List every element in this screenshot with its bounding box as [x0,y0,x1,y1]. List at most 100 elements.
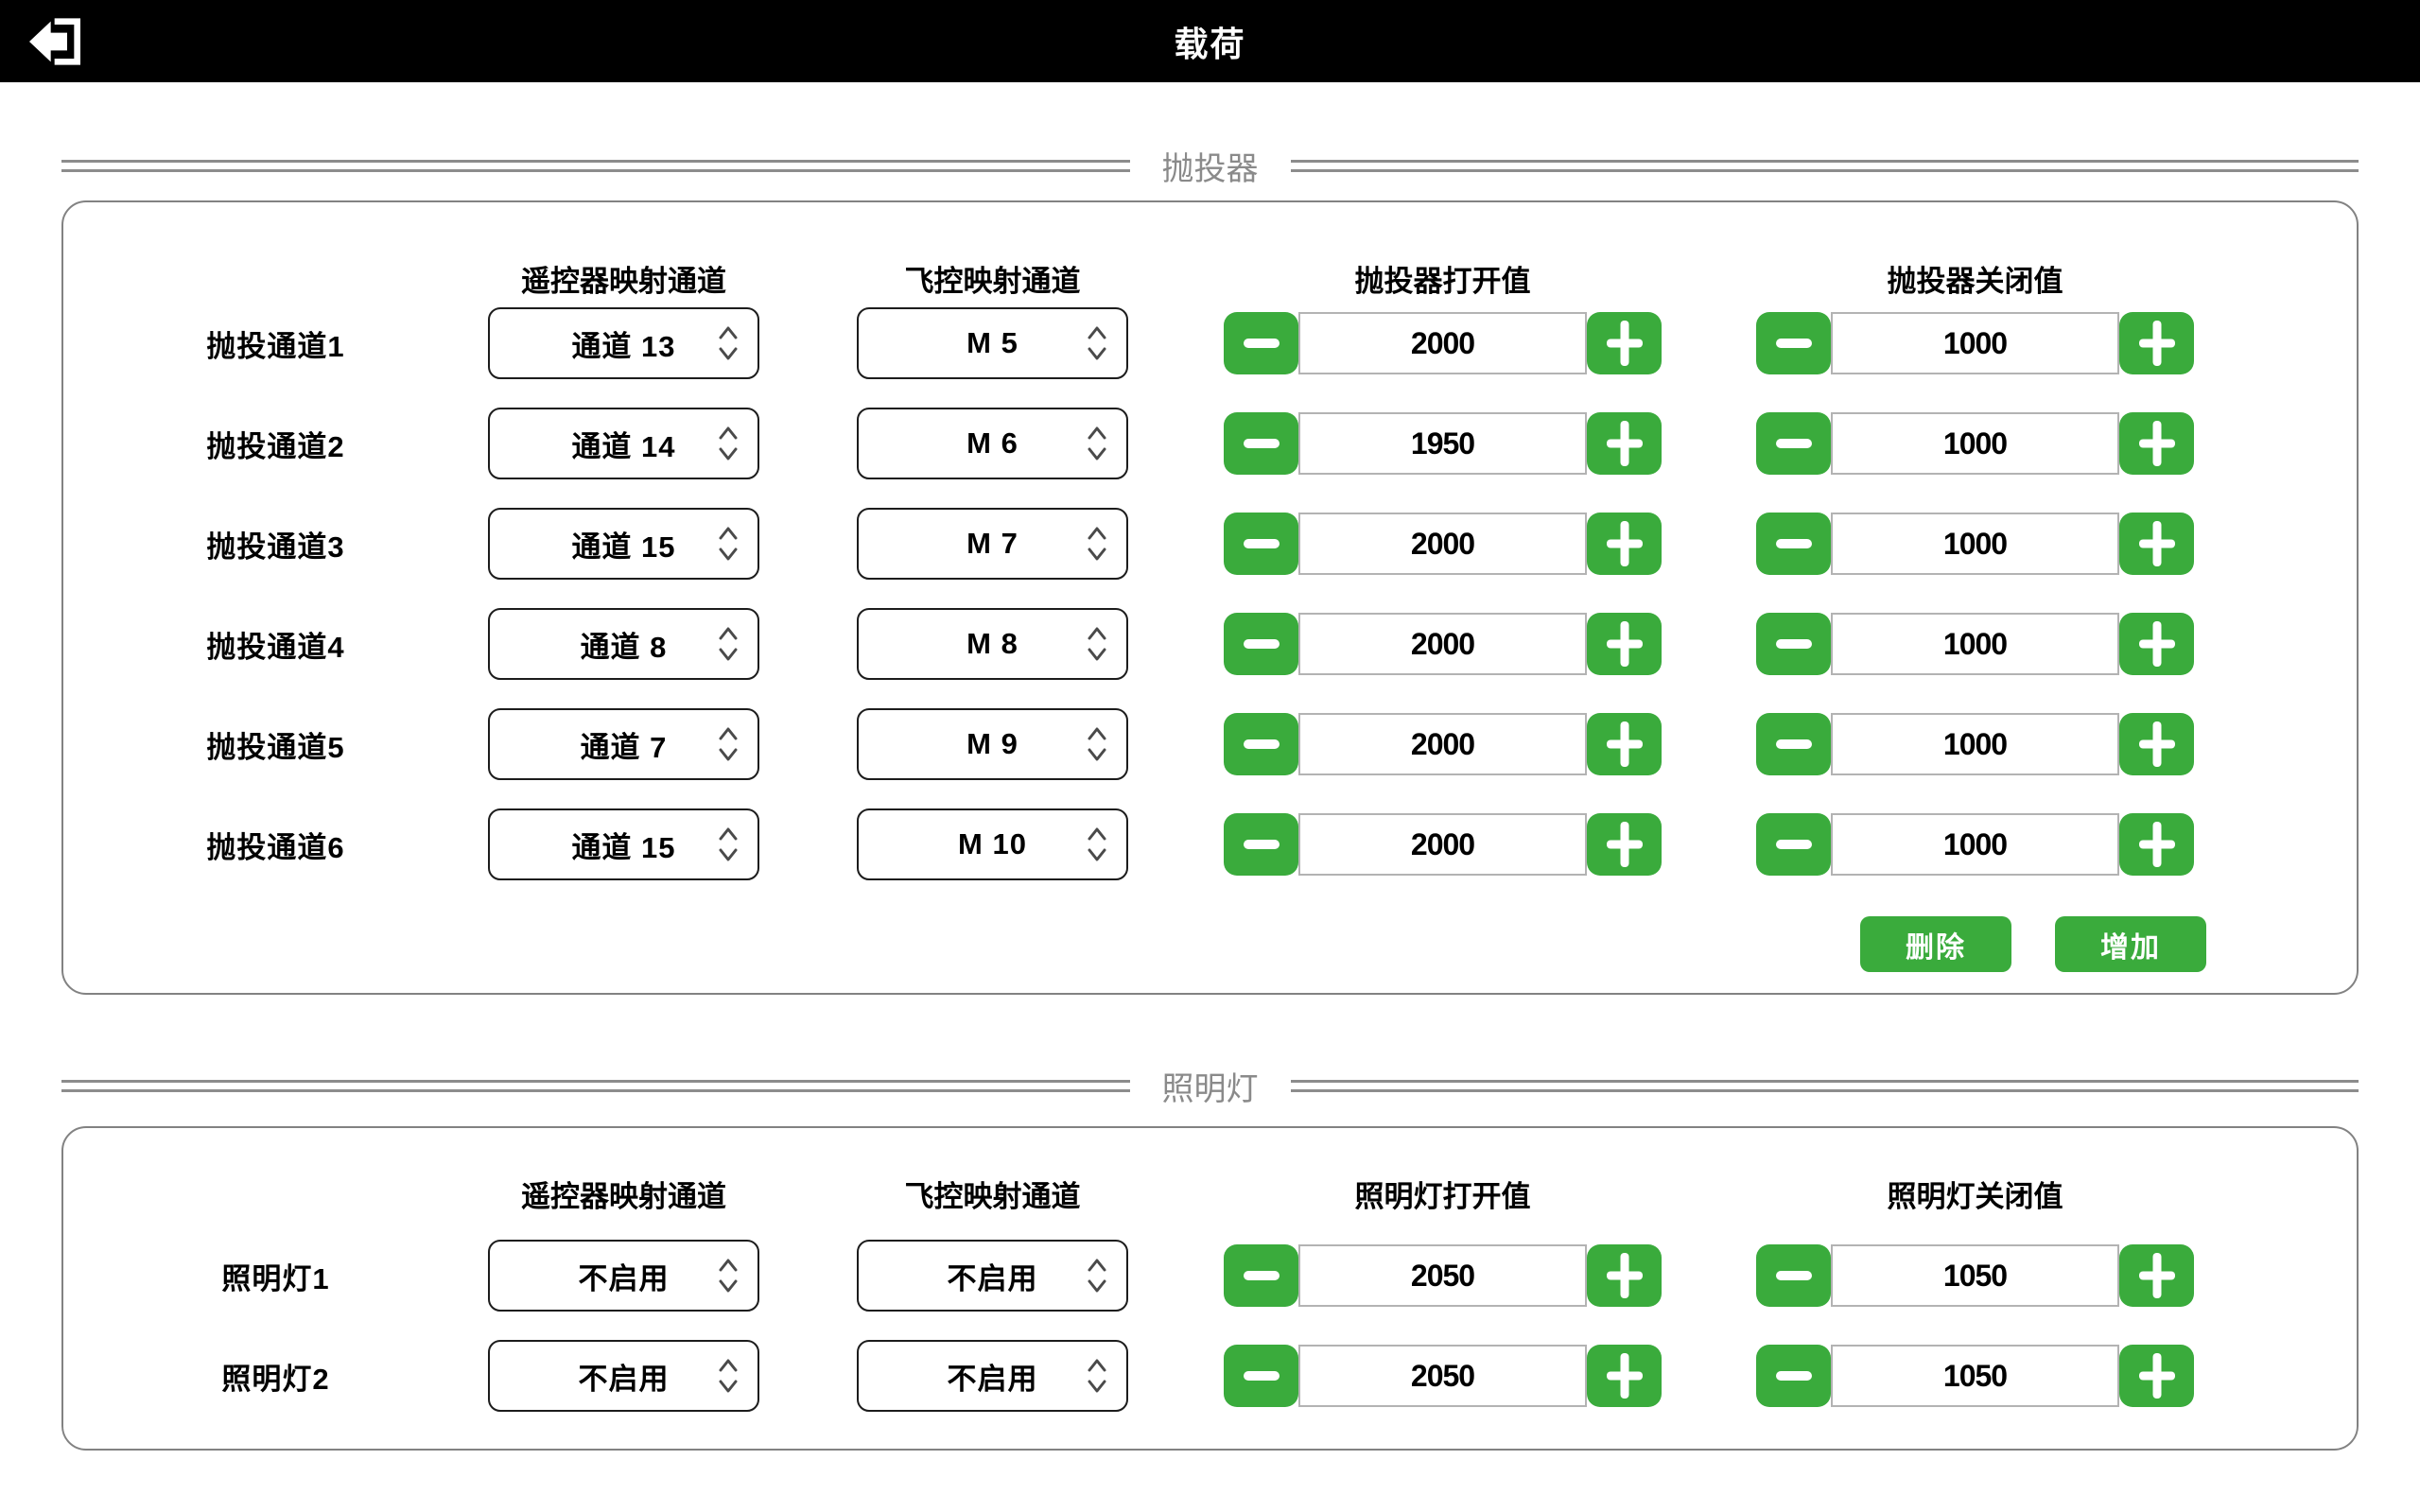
close-value-input[interactable] [1831,312,2119,374]
open-value-stepper [1224,613,1662,675]
thrower-row: 抛投通道2 通道 14 M 6 [63,408,2357,479]
minus-icon [1775,839,1813,850]
divider-line [1291,1080,2359,1092]
increment-button[interactable] [1587,713,1662,775]
decrement-button[interactable] [1756,713,1831,775]
increment-button[interactable] [1587,1244,1662,1307]
rc-channel-select[interactable]: 通道 15 [488,508,759,580]
chevron-updown-icon [1087,1256,1107,1295]
back-button[interactable] [26,13,85,70]
increment-button[interactable] [2119,813,2194,876]
increment-button[interactable] [2119,1244,2194,1307]
decrement-button[interactable] [1224,1345,1298,1407]
close-value-input[interactable] [1831,613,2119,675]
increment-button[interactable] [2119,613,2194,675]
minus-icon [1775,1270,1813,1281]
back-exit-icon [26,15,85,68]
decrement-button[interactable] [1756,813,1831,876]
lights-panel: 遥控器映射通道 飞控映射通道 照明灯打开值 照明灯关闭值 照明灯1 不启用 不启… [61,1126,2359,1451]
open-value-input[interactable] [1298,312,1587,374]
fc-channel-select[interactable]: M 6 [857,408,1128,479]
close-value-input[interactable] [1831,713,2119,775]
decrement-button[interactable] [1224,713,1298,775]
decrement-button[interactable] [1224,1244,1298,1307]
rc-channel-select[interactable]: 通道 15 [488,808,759,880]
decrement-button[interactable] [1224,613,1298,675]
close-value-stepper [1756,1345,2194,1407]
rc-channel-select[interactable]: 通道 7 [488,708,759,780]
row-label: 照明灯1 [63,1255,488,1297]
close-value-input[interactable] [1831,813,2119,876]
plus-icon [2138,319,2176,368]
increment-button[interactable] [1587,513,1662,575]
delete-button[interactable]: 删除 [1860,916,2011,972]
rc-channel-select[interactable]: 不启用 [488,1340,759,1412]
thrower-row: 抛投通道5 通道 7 M 9 [63,708,2357,780]
decrement-button[interactable] [1224,412,1298,475]
close-value-input[interactable] [1831,1345,2119,1407]
fc-channel-select[interactable]: M 9 [857,708,1128,780]
row-label: 抛投通道4 [63,623,488,666]
lights-section-header: 照明灯 [61,1052,2359,1119]
plus-icon [1606,1351,1644,1400]
chevron-updown-icon [718,424,739,463]
fc-channel-select[interactable]: 不启用 [857,1340,1128,1412]
thrower-panel: 遥控器映射通道 飞控映射通道 抛投器打开值 抛投器关闭值 抛投通道1 通道 13… [61,200,2359,995]
increment-button[interactable] [2119,513,2194,575]
decrement-button[interactable] [1756,613,1831,675]
increment-button[interactable] [2119,1345,2194,1407]
plus-icon [1606,619,1644,669]
chevron-updown-icon [1087,424,1107,463]
plus-icon [1606,319,1644,368]
decrement-button[interactable] [1756,513,1831,575]
minus-icon [1775,538,1813,549]
increment-button[interactable] [1587,1345,1662,1407]
fc-channel-select[interactable]: M 10 [857,808,1128,880]
minus-icon [1775,739,1813,750]
open-value-input[interactable] [1298,713,1587,775]
fc-channel-select[interactable]: M 5 [857,307,1128,379]
decrement-button[interactable] [1756,1244,1831,1307]
rc-channel-select[interactable]: 不启用 [488,1240,759,1312]
increment-button[interactable] [2119,713,2194,775]
decrement-button[interactable] [1756,1345,1831,1407]
minus-icon [1775,638,1813,650]
open-value-stepper [1224,1244,1662,1307]
open-value-input[interactable] [1298,513,1587,575]
thrower-row: 抛投通道6 通道 15 M 10 [63,808,2357,880]
plus-icon [2138,1251,2176,1300]
decrement-button[interactable] [1224,513,1298,575]
decrement-button[interactable] [1756,412,1831,475]
increment-button[interactable] [1587,412,1662,475]
rc-channel-select[interactable]: 通道 13 [488,307,759,379]
close-value-input[interactable] [1831,412,2119,475]
thrower-row: 抛投通道4 通道 8 M 8 [63,608,2357,680]
open-value-input[interactable] [1298,1345,1587,1407]
fc-channel-select[interactable]: M 7 [857,508,1128,580]
increment-button[interactable] [1587,312,1662,374]
fc-channel-select[interactable]: 不启用 [857,1240,1128,1312]
chevron-updown-icon [718,524,739,564]
open-value-input[interactable] [1298,613,1587,675]
increment-button[interactable] [1587,613,1662,675]
decrement-button[interactable] [1224,813,1298,876]
rc-channel-select[interactable]: 通道 8 [488,608,759,680]
open-value-input[interactable] [1298,1244,1587,1307]
open-value-stepper [1224,813,1662,876]
decrement-button[interactable] [1224,312,1298,374]
row-label: 抛投通道3 [63,523,488,565]
fc-channel-select[interactable]: M 8 [857,608,1128,680]
rc-channel-select[interactable]: 通道 14 [488,408,759,479]
add-button[interactable]: 增加 [2055,916,2206,972]
thrower-row: 抛投通道1 通道 13 M 5 [63,307,2357,379]
decrement-button[interactable] [1756,312,1831,374]
chevron-updown-icon [1087,825,1107,864]
close-value-input[interactable] [1831,513,2119,575]
increment-button[interactable] [2119,412,2194,475]
close-value-input[interactable] [1831,1244,2119,1307]
increment-button[interactable] [1587,813,1662,876]
increment-button[interactable] [2119,312,2194,374]
close-value-stepper [1756,412,2194,475]
open-value-input[interactable] [1298,813,1587,876]
open-value-input[interactable] [1298,412,1587,475]
